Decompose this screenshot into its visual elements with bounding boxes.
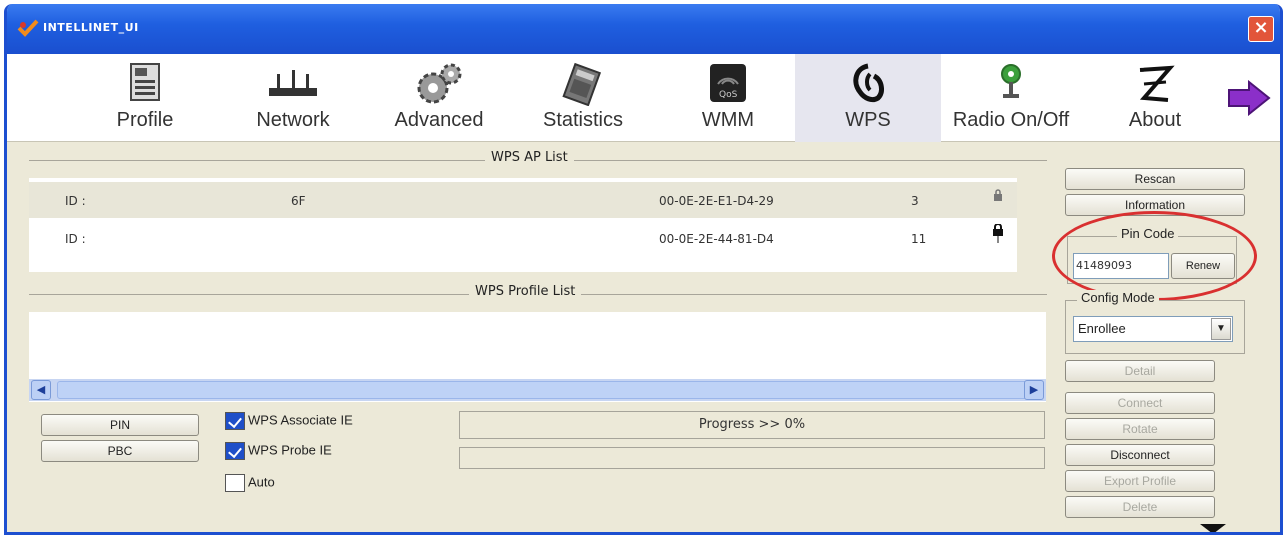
toolbar-network-label: Network (256, 109, 330, 131)
wps-ap-list[interactable]: ID : 6F 00-0E-2E-E1-D4-29 3 ID : 00-0E-2… (29, 178, 1017, 272)
pin-button[interactable]: PIN (41, 414, 199, 436)
app-logo-icon (17, 19, 39, 37)
toolbar-network[interactable]: Network (235, 54, 351, 142)
wps-probe-ie-checkbox[interactable]: WPS Probe IE (225, 442, 332, 460)
toolbar-about-label: About (1128, 109, 1182, 131)
checkbox-unchecked-icon (225, 474, 245, 492)
toolbar-advanced-label: Advanced (394, 109, 484, 131)
arrow-right-icon[interactable] (1227, 80, 1271, 116)
toolbar-radio-label: Radio On/Off (952, 109, 1070, 131)
profile-icon (130, 63, 160, 101)
ap-list-title: WPS AP List (485, 150, 574, 165)
svg-text:QoS: QoS (719, 90, 738, 100)
rotate-button[interactable]: Rotate (1065, 418, 1215, 440)
chevron-down-icon[interactable]: ▼ (1211, 318, 1231, 340)
toolbar-about[interactable]: About (1101, 54, 1209, 142)
delete-button[interactable]: Delete (1065, 496, 1215, 518)
statistics-icon (562, 62, 602, 106)
close-button[interactable]: × (1248, 16, 1274, 42)
ap-ssid: 6F (291, 194, 306, 208)
toolbar-profile-label: Profile (116, 109, 174, 131)
ap-id: ID : (65, 194, 86, 208)
highlight-annotation (1052, 211, 1257, 301)
scroll-left-icon[interactable]: ◀ (31, 380, 51, 400)
wps-associate-ie-label: WPS Associate IE (248, 412, 353, 428)
pbc-button[interactable]: PBC (41, 440, 199, 462)
export-profile-button[interactable]: Export Profile (1065, 470, 1215, 492)
ap-row[interactable]: ID : 6F 00-0E-2E-E1-D4-29 3 (29, 182, 1017, 218)
ap-bssid: 00-0E-2E-E1-D4-29 (659, 194, 774, 208)
progress-bar (459, 447, 1045, 469)
toolbar-wmm-label: WMM (701, 109, 755, 131)
main-toolbar: Profile Network Advanced Statistics QoS … (7, 54, 1280, 142)
horizontal-scrollbar[interactable]: ◀ ▶ (29, 379, 1046, 401)
wps-probe-ie-label: WPS Probe IE (248, 442, 332, 458)
checkbox-checked-icon (225, 442, 245, 460)
auto-label: Auto (248, 474, 275, 490)
ap-bssid: 00-0E-2E-44-81-D4 (659, 232, 774, 246)
progress-text: Progress >> 0% (459, 411, 1045, 439)
window-title: INTELLINET_UI (43, 21, 139, 34)
toolbar-wmm[interactable]: QoS WMM (673, 54, 783, 142)
detail-button[interactable]: Detail (1065, 360, 1215, 382)
network-icon (269, 70, 317, 96)
checkbox-checked-icon (225, 412, 245, 430)
ap-id: ID : (65, 232, 86, 246)
lock-icon (993, 224, 1003, 243)
toolbar-wps[interactable]: WPS (795, 54, 941, 142)
config-mode-value: Enrollee (1078, 321, 1126, 336)
toolbar-advanced[interactable]: Advanced (379, 54, 499, 142)
profile-list-title: WPS Profile List (469, 284, 582, 299)
config-mode-select[interactable]: Enrollee ▼ (1073, 316, 1233, 342)
ap-row[interactable]: ID : 00-0E-2E-44-81-D4 11 (29, 220, 1017, 256)
title-bar[interactable]: INTELLINET_UI × (7, 4, 1280, 54)
unlocked-icon (994, 189, 1002, 201)
ap-channel: 11 (911, 232, 927, 246)
toolbar-statistics-label: Statistics (542, 109, 624, 131)
toolbar-profile[interactable]: Profile (95, 54, 195, 142)
gears-icon (417, 63, 462, 104)
toolbar-radio[interactable]: Radio On/Off (937, 54, 1085, 142)
expand-down-icon[interactable] (1200, 524, 1226, 532)
toolbar-statistics[interactable]: Statistics (523, 54, 643, 142)
auto-checkbox[interactable]: Auto (225, 474, 275, 492)
wps-icon (853, 63, 884, 103)
radio-icon (1001, 64, 1021, 98)
ap-channel: 3 (911, 194, 919, 208)
qos-icon: QoS (710, 64, 746, 102)
scroll-thumb[interactable] (57, 381, 1027, 399)
config-mode-title: Config Mode (1077, 290, 1159, 305)
connect-button[interactable]: Connect (1065, 392, 1215, 414)
wps-window: INTELLINET_UI × Profile Network Advanced… (4, 4, 1283, 535)
about-icon (1139, 65, 1175, 102)
wps-associate-ie-checkbox[interactable]: WPS Associate IE (225, 412, 353, 430)
scroll-right-icon[interactable]: ▶ (1024, 380, 1044, 400)
disconnect-button[interactable]: Disconnect (1065, 444, 1215, 466)
toolbar-wps-label: WPS (845, 109, 891, 131)
rescan-button[interactable]: Rescan (1065, 168, 1245, 190)
